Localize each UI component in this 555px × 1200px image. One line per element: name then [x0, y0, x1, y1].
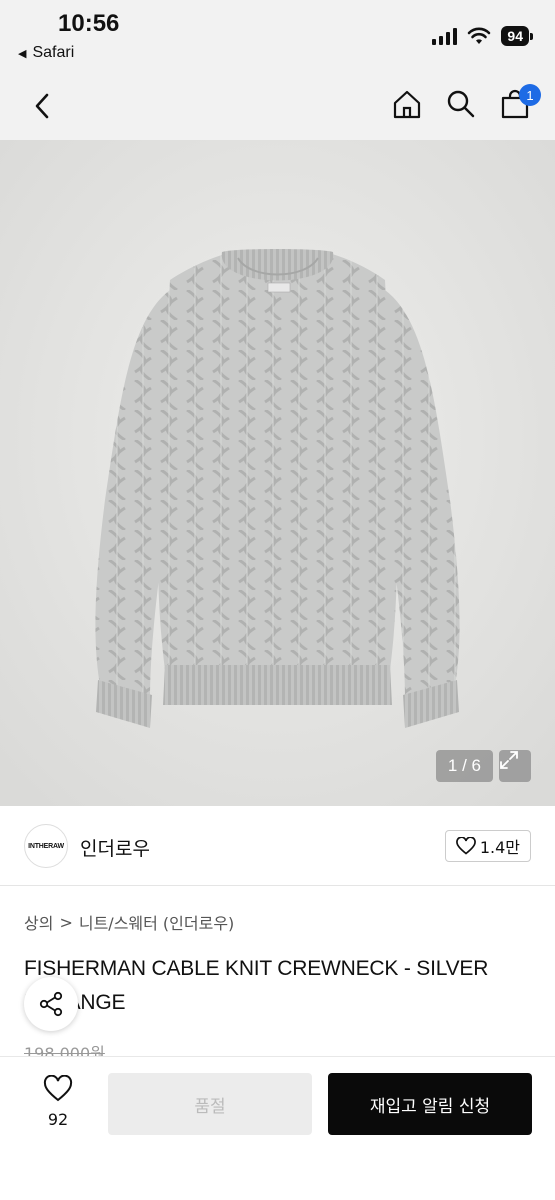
home-button[interactable] — [391, 86, 423, 122]
share-button[interactable] — [24, 977, 78, 1031]
back-app-label: Safari — [32, 44, 75, 61]
sweater-image — [0, 140, 555, 806]
wishlist-button[interactable]: 92 — [38, 1074, 78, 1129]
status-bar: 10:56 ◀ Safari 94 — [0, 0, 555, 72]
search-button[interactable] — [445, 86, 477, 122]
brand-row: INTHERAW 인더로우 1.4만 — [0, 806, 555, 886]
image-counter: 1 / 6 — [435, 750, 493, 782]
back-button[interactable] — [26, 88, 58, 124]
clock: 10:56 — [58, 10, 120, 37]
brand-like-count: 1.4만 — [479, 838, 520, 857]
breadcrumb-category[interactable]: 상의 — [24, 910, 53, 934]
heart-icon — [455, 837, 476, 855]
product-image-gallery[interactable]: 1 / 6 — [0, 140, 555, 806]
brand-name[interactable]: 인더로우 — [80, 834, 150, 861]
back-triangle-icon: ◀ — [18, 47, 27, 60]
brand-logo[interactable]: INTHERAW — [24, 824, 68, 868]
wishlist-count: 92 — [47, 1110, 69, 1129]
expand-icon — [500, 751, 518, 769]
battery-indicator: 94 — [501, 26, 533, 46]
wifi-icon — [468, 27, 491, 44]
share-icon — [39, 991, 63, 1017]
home-icon — [393, 90, 421, 119]
heart-outline-icon — [43, 1074, 73, 1102]
restock-alert-button[interactable]: 재입고 알림 신청 — [328, 1073, 532, 1135]
brand-like-button[interactable]: 1.4만 — [444, 830, 531, 862]
breadcrumb-subcategory[interactable]: 니트/스웨터 (인더로우) — [79, 910, 234, 934]
breadcrumb: 상의 > 니트/스웨터 (인더로우) — [24, 910, 234, 934]
search-icon — [447, 90, 475, 118]
cart-count-badge: 1 — [519, 84, 541, 106]
soldout-button: 품절 — [108, 1073, 312, 1135]
cart-button[interactable]: 1 — [499, 84, 541, 122]
back-to-app[interactable]: ◀ Safari — [18, 44, 74, 62]
cellular-signal-icon — [432, 27, 458, 45]
system-icons: 94 — [432, 26, 533, 46]
breadcrumb-separator: > — [59, 912, 73, 932]
chevron-left-icon — [35, 93, 49, 119]
product-title: FISHERMAN CABLE KNIT CREWNECK - SILVER M… — [24, 957, 489, 1014]
top-navigation: 1 — [0, 72, 555, 140]
bottom-action-bar: 92 품절 재입고 알림 신청 — [0, 1056, 555, 1200]
expand-image-button[interactable] — [499, 750, 531, 782]
